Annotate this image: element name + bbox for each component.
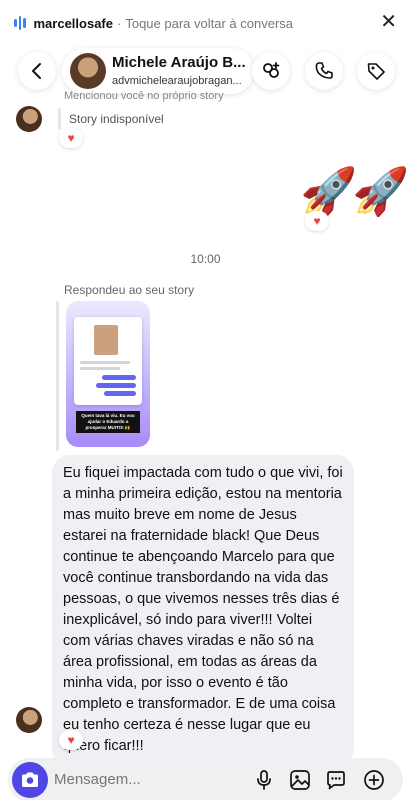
microphone-button[interactable] bbox=[250, 766, 278, 794]
tag-button[interactable] bbox=[357, 52, 395, 90]
story-unavailable-text: Story indisponível bbox=[69, 112, 164, 126]
reply-indicator-bar bbox=[58, 108, 61, 130]
sticker-icon bbox=[327, 771, 345, 790]
preview-bubble bbox=[102, 375, 136, 380]
banner-username: marcellosafe bbox=[33, 15, 114, 31]
chat-header: Michele Araújo B... advmichelearaujobrag… bbox=[0, 46, 411, 96]
chevron-left-icon bbox=[32, 63, 41, 79]
plus-icon bbox=[364, 770, 384, 790]
message-input[interactable]: Mensagem... bbox=[54, 771, 141, 788]
gallery-icon bbox=[290, 770, 310, 790]
heart-icon: ♥ bbox=[67, 733, 75, 747]
preview-bubble bbox=[104, 391, 136, 396]
message-composer: Mensagem... bbox=[8, 758, 403, 800]
contact-handle: advmichelearaujobragan... bbox=[112, 75, 242, 87]
tag-icon bbox=[367, 63, 385, 80]
story-unavailable-message: Story indisponível bbox=[58, 108, 164, 130]
story-screenshot-preview bbox=[74, 317, 142, 405]
contact-avatar bbox=[70, 53, 106, 89]
add-people-icon bbox=[263, 62, 280, 78]
heart-reaction-badge[interactable]: ♥ bbox=[59, 128, 83, 148]
heart-reaction-badge[interactable]: ♥ bbox=[305, 211, 329, 231]
timestamp: 10:00 bbox=[190, 252, 221, 266]
mention-note: Mencionou você no próprio story bbox=[64, 90, 224, 102]
close-icon[interactable]: ✕ bbox=[380, 12, 397, 32]
message-bubble[interactable]: Eu fiquei impactada com tudo o que vivi,… bbox=[52, 455, 354, 766]
return-to-call-banner[interactable]: marcellosafe · Toque para voltar à conve… bbox=[0, 0, 411, 46]
sticker-button[interactable] bbox=[322, 766, 350, 794]
rocket-emoji[interactable]: 🚀 bbox=[352, 168, 409, 214]
preview-line bbox=[80, 367, 120, 370]
contact-profile-pill[interactable]: Michele Araújo B... advmichelearaujobrag… bbox=[62, 48, 254, 94]
preview-bubble bbox=[96, 383, 136, 388]
add-button[interactable] bbox=[360, 766, 388, 794]
story-thumbnail[interactable]: Quem tava lá viu. Eu vou ajudar o Eduard… bbox=[66, 301, 150, 447]
call-button[interactable] bbox=[305, 52, 343, 90]
rocket-emoji[interactable]: 🚀 bbox=[300, 168, 357, 214]
gallery-button[interactable] bbox=[286, 766, 314, 794]
heart-icon: ♥ bbox=[313, 214, 321, 228]
story-caption: Quem tava lá viu. Eu vou ajudar o Eduard… bbox=[76, 411, 140, 433]
add-people-button[interactable] bbox=[252, 52, 290, 90]
audio-wave-icon bbox=[14, 16, 26, 30]
microphone-icon bbox=[257, 770, 271, 790]
story-photo bbox=[94, 325, 118, 355]
replied-to-story-label: Respondeu ao seu story bbox=[64, 283, 195, 297]
sender-avatar[interactable] bbox=[16, 707, 42, 733]
contact-name: Michele Araújo B... bbox=[112, 54, 246, 71]
preview-line bbox=[80, 361, 130, 364]
heart-reaction-badge[interactable]: ♥ bbox=[59, 730, 83, 750]
banner-hint: Toque para voltar à conversa bbox=[125, 15, 293, 31]
phone-icon bbox=[315, 62, 333, 79]
banner-separator: · bbox=[117, 15, 122, 31]
reply-indicator-bar bbox=[56, 301, 59, 451]
back-button[interactable] bbox=[18, 52, 56, 90]
sender-avatar[interactable] bbox=[16, 106, 42, 132]
dm-thread-screen: marcellosafe · Toque para voltar à conve… bbox=[0, 0, 411, 800]
camera-icon bbox=[22, 772, 38, 787]
camera-button[interactable] bbox=[12, 762, 48, 798]
heart-icon: ♥ bbox=[67, 131, 75, 145]
